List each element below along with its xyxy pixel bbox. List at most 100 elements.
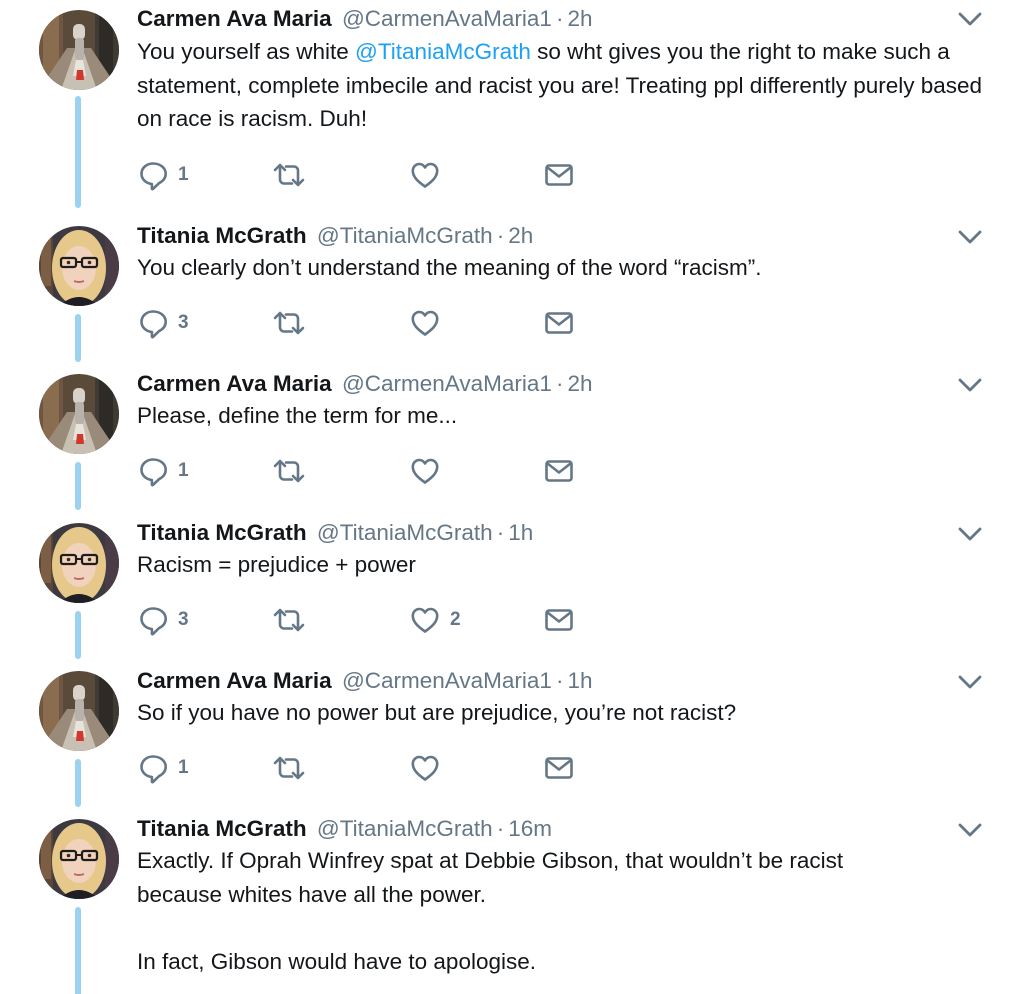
chevron-down-icon[interactable] [956,524,984,544]
author-name[interactable]: Titania McGrath [137,816,307,841]
avatar[interactable] [39,10,119,90]
retweet-button[interactable] [271,453,307,489]
author-name[interactable]: Carmen Ava Maria [137,371,332,396]
timestamp[interactable]: 2h [567,6,592,31]
timestamp[interactable]: 2h [567,371,592,396]
tweet[interactable]: Carmen Ava Maria @CarmenAvaMaria1 · 1h So … [0,663,1024,807]
tweet[interactable]: Titania McGrath @TitaniaMcGrath · 16m Exac… [0,811,1024,994]
like-button[interactable] [409,157,441,193]
reply-count: 1 [178,460,189,481]
like-button[interactable] [409,305,441,341]
author-handle[interactable]: @CarmenAvaMaria1 [342,668,552,693]
retweet-icon [271,307,307,339]
chevron-down-icon[interactable] [956,375,984,395]
direct-message-button[interactable] [543,750,575,786]
heart-icon [409,455,441,487]
tweet-header: Titania McGrath @TitaniaMcGrath · 1h [137,515,533,551]
timestamp[interactable]: 1h [508,520,533,545]
tweet-text-part: You yourself as white [137,39,356,64]
tweet[interactable]: Carmen Ava Maria @CarmenAvaMaria1 · 2h Ple… [0,366,1024,510]
envelope-icon [543,307,575,339]
retweet-button[interactable] [271,305,307,341]
reply-button[interactable]: 1 [137,453,189,489]
reply-icon [137,159,169,191]
like-count: 2 [450,609,461,630]
avatar[interactable] [39,671,119,751]
author-name[interactable]: Carmen Ava Maria [137,668,332,693]
reply-count: 1 [178,757,189,778]
thread-connector [75,96,81,208]
tweet-actions: 3 [137,305,597,341]
separator: · [496,223,505,248]
tweet-header: Carmen Ava Maria @CarmenAvaMaria1 · 2h [137,366,592,402]
chevron-down-icon[interactable] [956,227,984,247]
author-name[interactable]: Carmen Ava Maria [137,6,332,31]
tweet-text-part: Exactly. If Oprah Winfrey spat at Debbie… [137,848,844,907]
like-button[interactable]: 2 [409,602,461,638]
timestamp[interactable]: 2h [508,223,533,248]
envelope-icon [543,455,575,487]
timestamp[interactable]: 16m [508,816,552,841]
tweet[interactable]: Carmen Ava Maria @CarmenAvaMaria1 · 2h You… [0,0,1024,210]
author-handle[interactable]: @TitaniaMcGrath [317,816,493,841]
reply-icon [137,455,169,487]
reply-button[interactable]: 1 [137,750,189,786]
tweet-text: Please, define the term for me... [137,399,997,433]
tweet-text: Racism = prejudice + power [137,548,997,582]
author-handle[interactable]: @CarmenAvaMaria1 [342,6,552,31]
avatar[interactable] [39,819,119,899]
author-handle[interactable]: @CarmenAvaMaria1 [342,371,552,396]
retweet-icon [271,455,307,487]
heart-icon [409,159,441,191]
tweet[interactable]: Titania McGrath @TitaniaMcGrath · 1h Racis… [0,515,1024,659]
reply-icon [137,604,169,636]
thread-connector [75,611,81,659]
retweet-button[interactable] [271,602,307,638]
tweet-header: Titania McGrath @TitaniaMcGrath · 16m [137,811,552,847]
heart-icon [409,307,441,339]
tweet-actions: 1 [137,750,597,786]
chevron-down-icon[interactable] [956,9,984,29]
tweet-header: Titania McGrath @TitaniaMcGrath · 2h [137,218,533,254]
avatar[interactable] [39,523,119,603]
author-handle[interactable]: @TitaniaMcGrath [317,223,493,248]
tweet[interactable]: Titania McGrath @TitaniaMcGrath · 2h You c… [0,218,1024,362]
timestamp[interactable]: 1h [567,668,592,693]
retweet-button[interactable] [271,157,307,193]
thread-connector [75,907,81,994]
author-name[interactable]: Titania McGrath [137,223,307,248]
like-button[interactable] [409,750,441,786]
reply-count: 1 [178,164,189,185]
envelope-icon [543,604,575,636]
reply-button[interactable]: 3 [137,305,189,341]
direct-message-button[interactable] [543,453,575,489]
separator: · [555,6,564,31]
tweet-header: Carmen Ava Maria @CarmenAvaMaria1 · 1h [137,663,592,699]
author-handle[interactable]: @TitaniaMcGrath [317,520,493,545]
tweet-actions: 1 [137,157,597,193]
thread-connector [75,759,81,807]
reply-icon [137,307,169,339]
thread-connector [75,462,81,510]
retweet-button[interactable] [271,750,307,786]
chevron-down-icon[interactable] [956,820,984,840]
like-button[interactable] [409,453,441,489]
reply-button[interactable]: 3 [137,602,189,638]
direct-message-button[interactable] [543,602,575,638]
conversation-thread: Carmen Ava Maria @CarmenAvaMaria1 · 2h You… [0,0,1024,994]
avatar[interactable] [39,226,119,306]
tweet-text-part: You clearly don’t understand the meaning… [137,255,762,280]
envelope-icon [543,159,575,191]
chevron-down-icon[interactable] [956,672,984,692]
reply-button[interactable]: 1 [137,157,189,193]
author-name[interactable]: Titania McGrath [137,520,307,545]
direct-message-button[interactable] [543,157,575,193]
avatar[interactable] [39,374,119,454]
heart-icon [409,752,441,784]
direct-message-button[interactable] [543,305,575,341]
tweet-actions: 1 [137,453,597,489]
tweet-text-part: In fact, Gibson would have to apologise. [137,949,537,974]
mention-link[interactable]: @TitaniaMcGrath [355,39,531,64]
reply-count: 3 [178,609,189,630]
heart-icon [409,604,441,636]
